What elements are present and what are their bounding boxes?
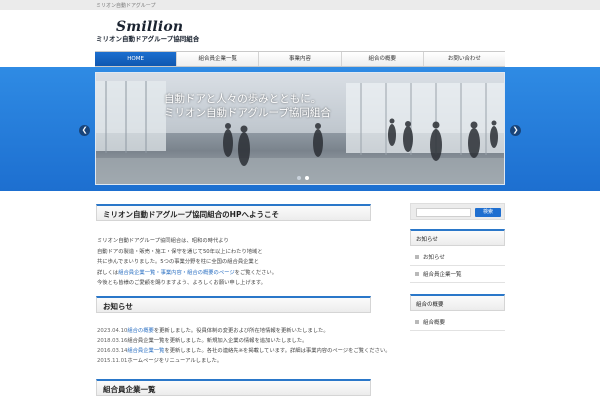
nav-contact[interactable]: お問い合わせ [424,52,505,66]
news-text: 組合員企業一覧を更新しました。新規加入企業の情報を追加いたしました。 [127,338,308,344]
intro-line-4: 詳しくは組合員企業一覧・事業内容・組合の概要のページをご覧ください。 [97,268,369,279]
slider-next-arrow-icon[interactable]: ❯ [510,125,521,136]
news-link[interactable]: 組合の概要 [127,328,154,334]
slider-dot-2[interactable] [305,176,309,180]
members-heading: 組合員企業一覧 [103,385,156,394]
main-nav: HOME 組合員企業一覧 事業内容 組合の概要 お問い合わせ [95,51,505,67]
news-text: を更新しました。各社の連絡先※を掲載しています。詳細は事業内容のページをご覧くだ… [164,348,391,354]
news-date: 2023.04.10 [97,328,128,334]
intro-line-2: 自動ドアの製造・販売・施工・保守を通じて50年以上にわたり地域と [97,248,263,255]
intro-line-5: 今後とも皆様のご愛顧を賜りますよう、よろしくお願い申し上げます。 [97,280,266,286]
nav-business[interactable]: 事業内容 [259,52,342,66]
square-bullet-icon [415,272,419,276]
hero-caption: 自動ドアと人々の歩みとともに。 ミリオン自動ドアグループ協同組合 [164,92,331,120]
search-button[interactable]: 検索 [475,208,501,217]
sidebar-item-label: お知らせ [423,255,445,261]
hero-banner: 自動ドアと人々の歩みとともに。 ミリオン自動ドアグループ協同組合 ❮ ❯ [0,67,600,191]
news-item: 2018.03.16組合員企業一覧を更新しました。新規加入企業の情報を追加いたし… [97,336,369,346]
news-text: ホームページをリニューアルしました。 [127,358,223,364]
news-heading: お知らせ [103,302,133,311]
sidebar-section-overview-heading: 組合の概要 [410,294,505,311]
sidebar-section-news-heading: お知らせ [410,229,505,246]
intro-link-suffix: をご覧ください。 [234,269,278,276]
search-input[interactable] [416,208,471,217]
sidebar-section-news-title: お知らせ [416,237,438,243]
sidebar-item-label: 組合概要 [423,320,446,326]
site-logo[interactable]: Smillion ミリオン自動ドアグループ協同組合 [96,19,206,43]
intro-heading-box: ミリオン自動ドアグループ協同組合のHPへようこそ [96,204,371,221]
sidebar-item-members[interactable]: 組合員企業一覧 [410,266,505,283]
news-date: 2016.03.14 [97,348,128,354]
hero-slide-image: 自動ドアと人々の歩みとともに。 ミリオン自動ドアグループ協同組合 [95,72,505,185]
intro-heading: ミリオン自動ドアグループ協同組合のHPへようこそ [103,210,279,219]
news-date: 2018.03.16 [97,338,128,344]
hero-photo [96,73,504,184]
nav-home[interactable]: HOME [95,52,178,66]
news-item: 2023.04.10組合の概要を更新しました。役員体制の変更および所在地情報を更… [97,326,369,336]
intro-link-prefix: 詳しくは [97,269,119,276]
nav-overview[interactable]: 組合の概要 [342,52,424,66]
sidebar-section-overview-title: 組合の概要 [416,302,444,308]
intro-text: ミリオン自動ドアグループ協同組合は、昭和の時代より 自動ドアの製造・販売・施工・… [97,236,369,289]
sidebar-search: 検索 [410,203,505,220]
logo-name: ミリオン自動ドアグループ協同組合 [96,35,200,43]
hero-caption-line2: ミリオン自動ドアグループ協同組合 [164,107,331,119]
square-bullet-icon [415,320,419,324]
intro-line-1: ミリオン自動ドアグループ協同組合は、昭和の時代より [97,238,229,244]
sidebar-item-news[interactable]: お知らせ [410,249,505,266]
top-strip: ミリオン自動ドアグループ [0,0,600,10]
slider-prev-arrow-icon[interactable]: ❮ [79,125,90,136]
top-strip-text: ミリオン自動ドアグループ [96,3,156,9]
news-date: 2015.11.01 [97,358,128,364]
news-item: 2015.11.01ホームページをリニューアルしました。 [97,356,369,366]
hero-caption-line1: 自動ドアと人々の歩みとともに。 [164,93,322,105]
nav-members[interactable]: 組合員企業一覧 [177,52,260,66]
members-heading-box: 組合員企業一覧 [96,379,371,396]
news-link[interactable]: 組合員企業一覧 [127,348,164,354]
sidebar-item-label: 組合員企業一覧 [423,272,462,278]
news-text: を更新しました。役員体制の変更および所在地情報を更新いたしました。 [153,328,329,334]
news-list: 2023.04.10組合の概要を更新しました。役員体制の変更および所在地情報を更… [97,326,391,366]
slider-dot-1[interactable] [297,176,301,180]
intro-line-3: 共に歩んでまいりました。5つの事業分野を柱に全国の組合員企業と [97,259,260,265]
intro-link[interactable]: 組合員企業一覧・事業内容・組合の概要のページ [118,270,234,276]
sidebar-item-overview[interactable]: 組合概要 [410,314,505,331]
square-bullet-icon [415,255,419,259]
news-item: 2016.03.14組合員企業一覧を更新しました。各社の連絡先※を掲載しています… [97,346,391,356]
news-heading-box: お知らせ [96,296,371,313]
